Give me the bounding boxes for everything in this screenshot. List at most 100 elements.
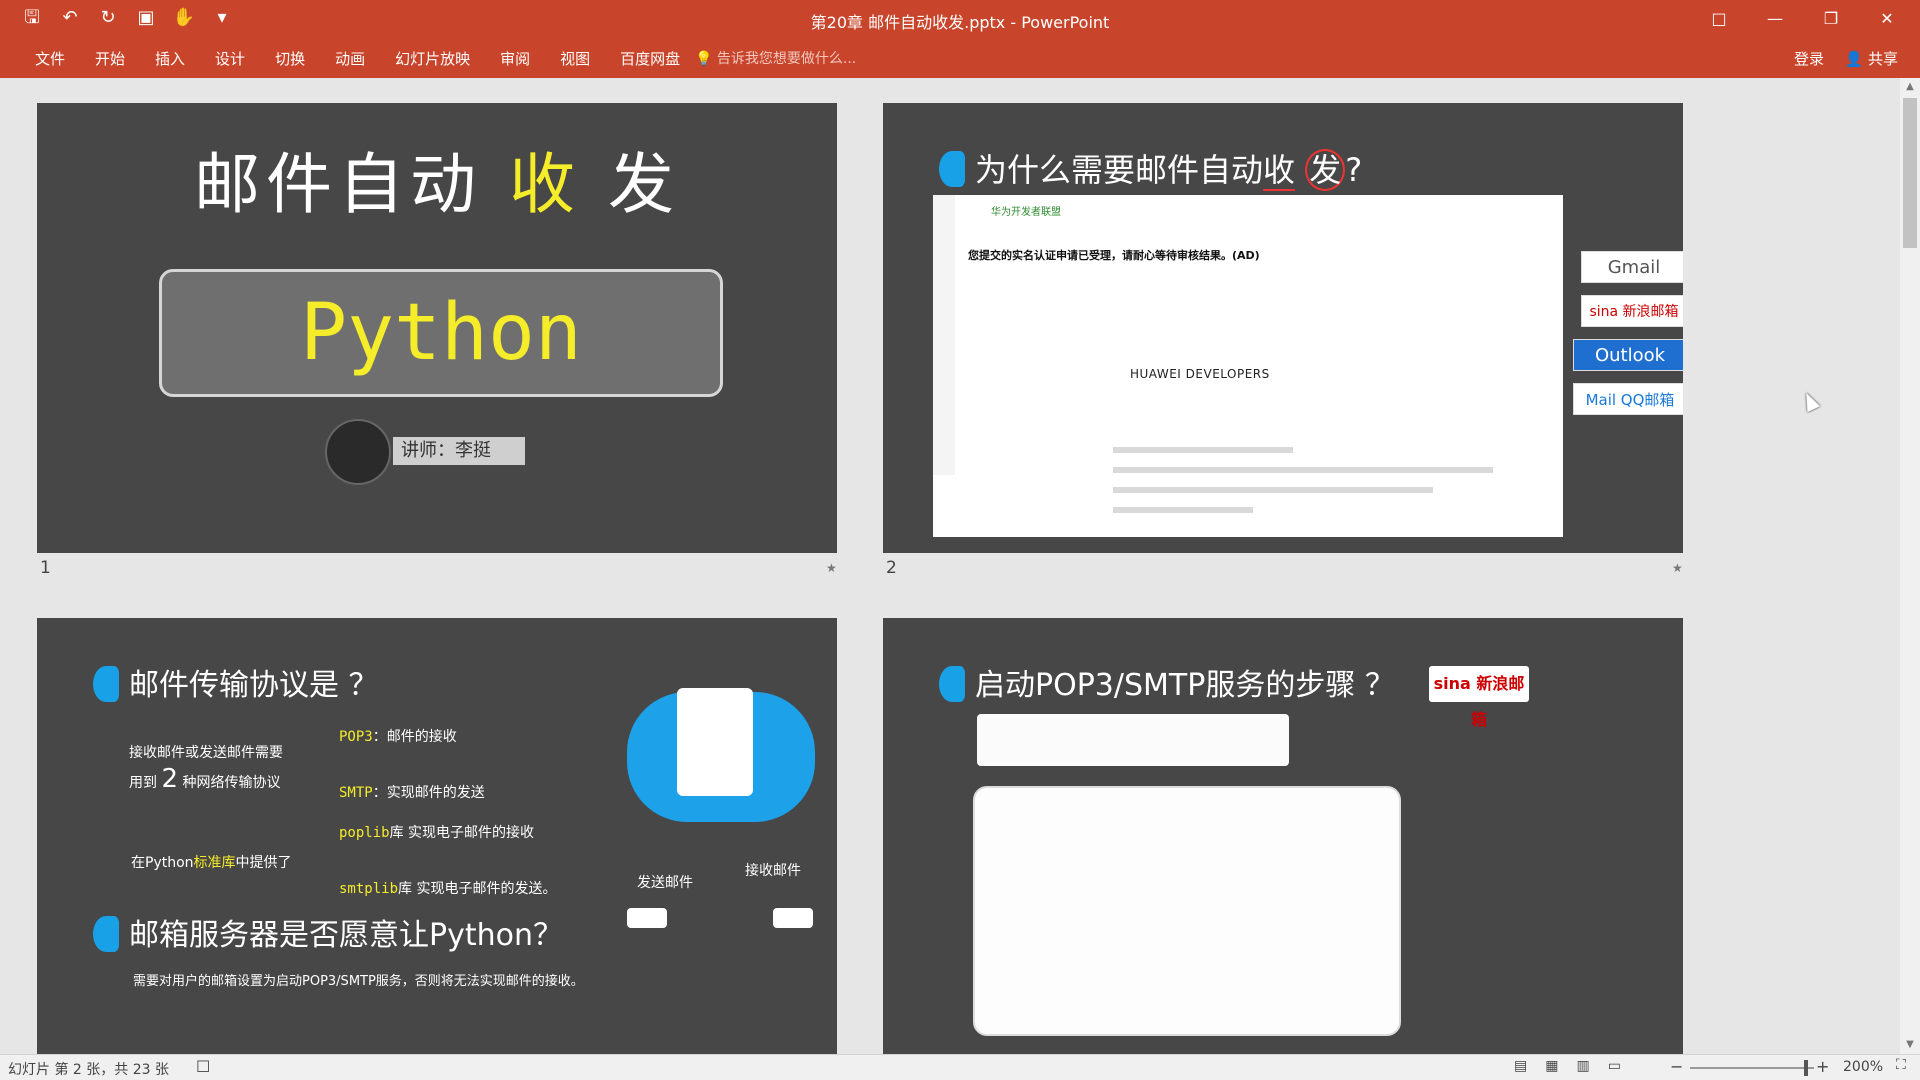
protocol-intro-line1: 接收邮件或发送邮件需要 bbox=[129, 745, 283, 761]
title-bar: 🖫 ↶ ↻ ▣ ✋ ▾ 第20章 邮件自动收发.pptx - PowerPoin… bbox=[0, 0, 1920, 38]
intro-text-b: 种网络传输协议 bbox=[182, 775, 281, 791]
qq-mail-logo: Mail QQ邮箱 bbox=[1573, 383, 1683, 415]
stdlib-text-a: 在Python bbox=[131, 855, 194, 871]
smtplib-line: smtplib库 实现电子邮件的发送。 bbox=[339, 878, 556, 898]
scroll-up-icon[interactable]: ▲ bbox=[1900, 78, 1920, 96]
ribbon-tabs: 文件 开始 插入 设计 切换 动画 幻灯片放映 审阅 视图 百度网盘 💡 告诉我… bbox=[0, 38, 1920, 78]
bullet-dot-icon bbox=[93, 666, 119, 702]
receive-mail-label: 接收邮件 bbox=[745, 863, 801, 879]
settings-screenshot-top bbox=[977, 714, 1289, 766]
slide-count-status: 幻灯片 第 2 张，共 23 张 bbox=[8, 1062, 169, 1078]
tab-insert[interactable]: 插入 bbox=[140, 46, 200, 71]
protocol-intro-line2: 用到 2 种网络传输协议 bbox=[129, 764, 280, 794]
intro-text-a: 用到 bbox=[129, 775, 157, 791]
email-text-line bbox=[1113, 507, 1253, 513]
tell-me-text: 告诉我您想要做什么... bbox=[716, 51, 857, 67]
zoom-out-icon[interactable]: − bbox=[1670, 1057, 1683, 1076]
slide3-title: 邮件传输协议是 ？ bbox=[129, 668, 379, 703]
zoom-slider[interactable] bbox=[1690, 1067, 1814, 1069]
slide1-title: 邮件自动 收 发 bbox=[37, 131, 837, 227]
login-link[interactable]: 登录 bbox=[1794, 48, 1824, 69]
tab-transitions[interactable]: 切换 bbox=[260, 46, 320, 71]
smtp-keyword: SMTP bbox=[339, 785, 373, 801]
pop3-keyword: POP3 bbox=[339, 729, 373, 745]
zoom-in-icon[interactable]: + bbox=[1816, 1057, 1829, 1076]
restore-icon[interactable]: ❐ bbox=[1808, 4, 1854, 34]
slide3-note: 需要对用户的邮箱设置为启动POP3/SMTP服务，否则将无法实现邮件的接收。 bbox=[133, 974, 584, 989]
notes-icon[interactable]: ☐ bbox=[196, 1057, 210, 1076]
slide2-title-b: 收 bbox=[1263, 151, 1296, 191]
zoom-slider-thumb[interactable] bbox=[1804, 1060, 1808, 1076]
lecturer-label: 讲师：李挺 bbox=[393, 437, 525, 465]
poplib-line: poplib库 实现电子邮件的接收 bbox=[339, 822, 534, 842]
tab-slideshow[interactable]: 幻灯片放映 bbox=[380, 46, 485, 71]
view-buttons: ▤ ▦ ▥ ▭ bbox=[1514, 1058, 1621, 1074]
email-text-line bbox=[1113, 487, 1433, 493]
poplib-desc: 库 实现电子邮件的接收 bbox=[389, 825, 535, 841]
database-stack-icon bbox=[677, 688, 753, 796]
scroll-down-icon[interactable]: ▼ bbox=[1900, 1036, 1920, 1054]
pop3-desc: ：邮件的接收 bbox=[372, 729, 457, 745]
slide1-title-b: 收 bbox=[509, 146, 581, 223]
slide-thumbnail-4[interactable]: 启动POP3/SMTP服务的步骤 ？ sina 新浪邮箱 bbox=[883, 618, 1683, 1054]
tab-animations[interactable]: 动画 bbox=[320, 46, 380, 71]
send-mail-label: 发送邮件 bbox=[637, 875, 693, 891]
fit-to-window-icon[interactable]: ⛶ bbox=[1896, 1057, 1906, 1073]
minimize-icon[interactable]: — bbox=[1752, 4, 1798, 34]
email-sidebar bbox=[933, 195, 955, 475]
email-text-line bbox=[1113, 447, 1293, 453]
tell-me-search[interactable]: 💡 告诉我您想要做什么... bbox=[695, 48, 856, 68]
zoom-level[interactable]: 200% bbox=[1843, 1059, 1883, 1075]
share-button[interactable]: 👤 共享 bbox=[1845, 48, 1898, 69]
mail-bubble-icon bbox=[773, 908, 813, 928]
email-screenshot: 华为开发者联盟 您提交的实名认证申请已受理，请耐心等待审核结果。(AD) HUA… bbox=[933, 195, 1563, 537]
bullet-dot-icon bbox=[939, 666, 965, 702]
stdlib-text-b: 标准库 bbox=[193, 855, 236, 871]
ribbon-display-icon[interactable]: □ bbox=[1696, 4, 1742, 34]
email-subject: 您提交的实名认证申请已受理，请耐心等待审核结果。(AD) bbox=[968, 249, 1260, 262]
tab-file[interactable]: 文件 bbox=[20, 46, 80, 71]
slideshow-view-icon[interactable]: ▭ bbox=[1608, 1058, 1621, 1074]
reading-view-icon[interactable]: ▥ bbox=[1576, 1058, 1589, 1074]
tab-view[interactable]: 视图 bbox=[545, 46, 605, 71]
pop3-line: POP3：邮件的接收 bbox=[339, 726, 457, 746]
window-controls: □ — ❐ ✕ bbox=[1696, 4, 1910, 34]
slide2-title: 为什么需要邮件自动收 发? bbox=[975, 145, 1362, 191]
huawei-developers-logo: HUAWEI DEVELOPERS bbox=[1130, 367, 1270, 381]
sina-mail-logo: sina 新浪邮箱 bbox=[1429, 666, 1529, 729]
mail-bubble-icon bbox=[627, 908, 667, 928]
intro-number: 2 bbox=[161, 764, 178, 794]
email-sender: 华为开发者联盟 bbox=[991, 207, 1061, 218]
transition-star-icon: ★ bbox=[826, 561, 837, 575]
tab-baidu[interactable]: 百度网盘 bbox=[605, 46, 695, 71]
slide3-subtitle: 邮箱服务器是否愿意让Python？ bbox=[129, 918, 563, 953]
tab-review[interactable]: 审阅 bbox=[485, 46, 545, 71]
slide4-title: 启动POP3/SMTP服务的步骤 ？ bbox=[975, 668, 1395, 703]
slide-thumbnail-1[interactable]: 邮件自动 收 发 Python 讲师：李挺 bbox=[37, 103, 837, 553]
slide-thumbnail-2[interactable]: 为什么需要邮件自动收 发? 华为开发者联盟 您提交的实名认证申请已受理，请耐心等… bbox=[883, 103, 1683, 553]
slide-thumbnail-3[interactable]: 邮件传输协议是 ？ 接收邮件或发送邮件需要 用到 2 种网络传输协议 POP3：… bbox=[37, 618, 837, 1054]
lecturer-avatar bbox=[325, 419, 391, 485]
vertical-scrollbar[interactable]: ▲ ▼ bbox=[1900, 78, 1920, 1054]
slide-number-1: 1 bbox=[40, 558, 51, 578]
status-bar: 幻灯片 第 2 张，共 23 张 ☐ ▤ ▦ ▥ ▭ − + 200% ⛶ bbox=[0, 1054, 1920, 1080]
window-title: 第20章 邮件自动收发.pptx - PowerPoint bbox=[810, 13, 1110, 32]
slide-number-2: 2 bbox=[886, 558, 897, 578]
slide1-title-a: 邮件自动 bbox=[194, 146, 483, 223]
close-icon[interactable]: ✕ bbox=[1864, 4, 1910, 34]
tab-design[interactable]: 设计 bbox=[200, 46, 260, 71]
stdlib-text-c: 中提供了 bbox=[235, 855, 292, 871]
smtplib-keyword: smtplib bbox=[339, 881, 399, 897]
smtp-desc: ：实现邮件的发送 bbox=[372, 785, 485, 801]
slide1-title-c: 发 bbox=[607, 146, 680, 223]
transition-star-icon: ★ bbox=[1672, 561, 1683, 575]
slide-sorter-view-icon[interactable]: ▦ bbox=[1545, 1058, 1558, 1074]
slide2-title-d: ? bbox=[1345, 151, 1363, 189]
smtp-line: SMTP：实现邮件的发送 bbox=[339, 782, 485, 802]
settings-screenshot-main bbox=[973, 786, 1401, 1036]
scroll-thumb[interactable] bbox=[1903, 98, 1917, 248]
slide2-title-a: 为什么需要邮件自动 bbox=[975, 151, 1264, 189]
normal-view-icon[interactable]: ▤ bbox=[1514, 1058, 1527, 1074]
tab-home[interactable]: 开始 bbox=[80, 46, 140, 71]
bullet-dot-icon bbox=[93, 916, 119, 952]
